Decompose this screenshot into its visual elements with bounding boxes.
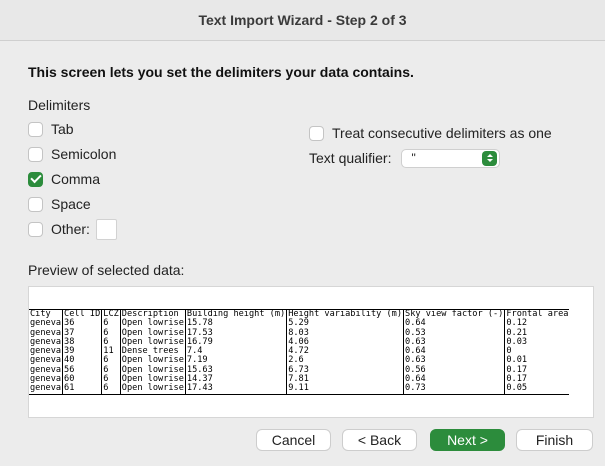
finish-button[interactable]: Finish — [516, 429, 593, 451]
tab-checkbox-label: Tab — [51, 121, 74, 137]
data-preview-panel[interactable]: City Cell ID LCZ Description Building height… — [28, 286, 594, 418]
tab-checkbox-row[interactable]: Tab — [28, 119, 74, 139]
space-checkbox[interactable] — [28, 196, 43, 212]
semicolon-checkbox-row[interactable]: Semicolon — [28, 144, 116, 164]
text-qualifier-value: " — [411, 150, 416, 165]
tab-checkbox[interactable] — [28, 121, 43, 137]
delimiters-section-label: Delimiters — [28, 97, 91, 113]
preview-label: Preview of selected data: — [28, 262, 185, 278]
back-button[interactable]: < Back — [342, 429, 417, 451]
other-checkbox[interactable] — [28, 221, 43, 237]
preview-cell: geneva — [29, 383, 63, 395]
semicolon-checkbox[interactable] — [28, 146, 43, 162]
preview-cell: 0.03 — [504, 337, 570, 348]
comma-checkbox-row[interactable]: Comma — [28, 169, 100, 189]
instructions-heading: This screen lets you set the delimiters … — [28, 64, 414, 80]
comma-checkbox-label: Comma — [51, 171, 101, 187]
preview-cell: 0.05 — [504, 384, 570, 395]
text-qualifier-label: Text qualifier: — [309, 150, 392, 166]
other-checkbox-label: Other: — [51, 221, 90, 237]
consecutive-delimiters-checkbox[interactable] — [309, 125, 324, 141]
space-checkbox-row[interactable]: Space — [28, 194, 91, 214]
space-checkbox-label: Space — [51, 196, 91, 212]
comma-checkbox[interactable] — [28, 171, 43, 187]
text-qualifier-select[interactable]: " — [401, 148, 501, 168]
preview-cell: Open lowrise — [119, 383, 186, 395]
text-qualifier-row: Text qualifier: " — [309, 148, 501, 168]
other-delimiter-input[interactable] — [95, 218, 117, 240]
data-preview-table: City Cell ID LCZ Description Building height… — [29, 309, 570, 395]
preview-cell: 4.72 — [286, 346, 404, 357]
consecutive-delimiters-row[interactable]: Treat consecutive delimiters as one — [309, 123, 552, 143]
other-checkbox-row[interactable]: Other: — [28, 218, 117, 240]
preview-cell: 17.43 — [184, 384, 287, 395]
semicolon-checkbox-label: Semicolon — [51, 146, 117, 162]
cancel-button[interactable]: Cancel — [256, 429, 331, 451]
preview-data-row: geneva 61 6 Open lowrise 17.43 9.11 0.73 0.05 — [29, 383, 570, 395]
preview-cell: 6 — [101, 384, 121, 395]
next-button[interactable]: Next > — [430, 429, 505, 451]
preview-cell: 61 — [62, 384, 102, 395]
title-bar: Text Import Wizard - Step 2 of 3 — [0, 0, 605, 41]
preview-cell: 0.73 — [403, 384, 505, 395]
up-down-chevron-icon — [482, 150, 498, 166]
window-title: Text Import Wizard - Step 2 of 3 — [198, 12, 407, 28]
preview-cell: 9.11 — [286, 384, 404, 395]
consecutive-delimiters-label: Treat consecutive delimiters as one — [332, 125, 552, 141]
